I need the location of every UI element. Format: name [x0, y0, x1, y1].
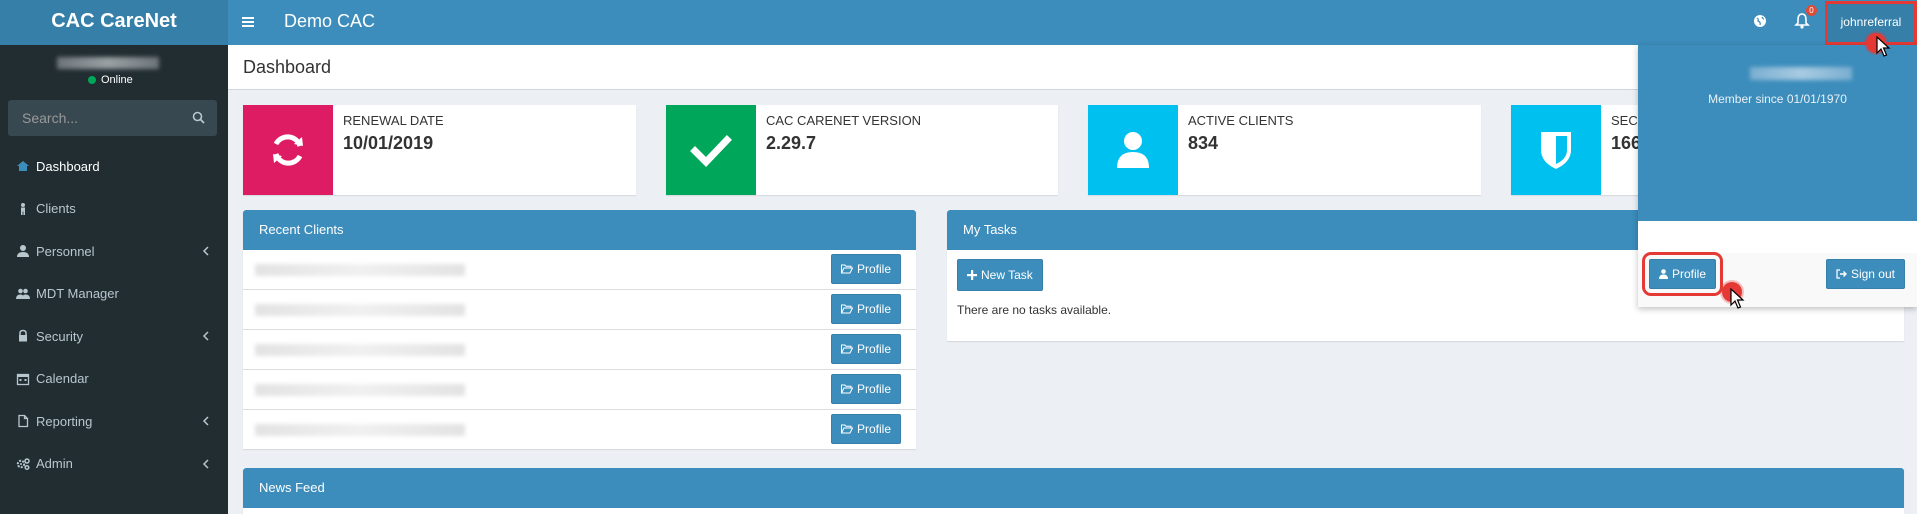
chevron-left-icon — [202, 246, 209, 256]
client-profile-button[interactable]: Profile — [830, 374, 901, 404]
search-placeholder: Search... — [22, 110, 79, 126]
check-icon — [690, 135, 732, 168]
sidebar-menu: Dashboard Clients Personnel MDT Manager … — [0, 145, 228, 485]
file-icon — [18, 415, 29, 428]
sidebar-item-personnel[interactable]: Personnel — [0, 230, 228, 273]
mouse-pointer-icon — [1730, 288, 1745, 309]
recent-clients-header: Recent Clients — [243, 210, 916, 250]
app-logo[interactable]: CAC CareNet — [0, 0, 228, 45]
info-box-active-clients: ACTIVE CLIENTS 834 — [1088, 105, 1481, 195]
client-name-redacted — [255, 304, 465, 316]
mouse-pointer-icon — [1876, 36, 1891, 57]
user-panel: Online — [0, 45, 228, 95]
list-item: Profile — [243, 410, 916, 450]
list-item: Profile — [243, 330, 916, 370]
user-name-redacted — [57, 57, 159, 69]
info-box-renewal-date: RENEWAL DATE 10/01/2019 — [243, 105, 636, 195]
info-box-version: CAC CARENET VERSION 2.29.7 — [666, 105, 1058, 195]
recent-clients-box: Recent Clients Profile Profile Profile P… — [243, 210, 916, 449]
info-box-value: 834 — [1188, 133, 1219, 153]
user-dropdown-header: Member since 01/01/1970 — [1638, 45, 1917, 221]
news-feed-header: News Feed — [243, 468, 1904, 508]
member-since-text: Member since 01/01/1970 — [1708, 92, 1847, 106]
client-profile-button[interactable]: Profile — [830, 334, 901, 364]
info-box-security: SEC 166 — [1511, 105, 1651, 195]
lock-icon — [19, 329, 27, 342]
client-name-redacted — [255, 384, 465, 396]
sign-out-button[interactable]: Sign out — [1825, 259, 1905, 289]
sign-out-icon — [1836, 269, 1847, 279]
sidebar: Online Search... Dashboard Clients Perso… — [0, 45, 228, 514]
users-icon — [16, 288, 30, 299]
user-fullname-redacted — [1750, 67, 1852, 80]
info-box-label: CAC CARENET VERSION — [766, 113, 922, 128]
shield-icon — [1541, 132, 1571, 169]
online-status: Online — [88, 74, 133, 86]
sidebar-item-admin[interactable]: Admin — [0, 443, 228, 486]
info-box-icon — [1511, 105, 1601, 195]
notification-count-badge: 0 — [1806, 5, 1817, 16]
list-item: Profile — [243, 250, 916, 290]
client-profile-button[interactable]: Profile — [830, 254, 901, 284]
info-box-label: ACTIVE CLIENTS — [1188, 113, 1294, 128]
folder-open-icon — [840, 264, 853, 274]
folder-open-icon — [840, 424, 853, 434]
client-profile-button[interactable]: Profile — [830, 294, 901, 324]
client-profile-button[interactable]: Profile — [830, 414, 901, 444]
user-dropdown-menu: Member since 01/01/1970 Profile Sign out — [1638, 45, 1917, 307]
folder-open-icon — [840, 344, 853, 354]
client-name-redacted — [255, 424, 465, 436]
sidebar-item-clients[interactable]: Clients — [0, 188, 228, 231]
sidebar-toggle-button[interactable] — [238, 0, 258, 45]
folder-open-icon — [840, 304, 853, 314]
info-box-value: 10/01/2019 — [343, 133, 434, 153]
user-icon — [1117, 132, 1149, 168]
search-icon[interactable] — [192, 111, 205, 124]
hamburger-icon — [242, 17, 254, 27]
sidebar-item-calendar[interactable]: Calendar — [0, 358, 228, 401]
tasks-empty-message: There are no tasks available. — [957, 303, 1112, 317]
chevron-left-icon — [202, 458, 209, 469]
online-dot-icon — [88, 76, 96, 84]
cogs-icon — [16, 458, 30, 470]
plus-icon — [967, 270, 977, 280]
client-name-redacted — [255, 264, 465, 276]
info-box-icon — [243, 105, 333, 195]
info-box-icon — [1088, 105, 1178, 195]
folder-open-icon — [840, 384, 853, 394]
sidebar-item-security[interactable]: Security — [0, 315, 228, 358]
globe-icon[interactable] — [1752, 13, 1768, 29]
info-box-label: RENEWAL DATE — [343, 113, 444, 128]
info-box-label: SEC — [1611, 113, 1638, 128]
chevron-left-icon — [202, 416, 209, 426]
calendar-icon — [16, 373, 30, 385]
child-icon — [21, 202, 25, 215]
list-item: Profile — [243, 370, 916, 410]
organization-title: Demo CAC — [284, 11, 376, 31]
user-dropdown-footer: Profile Sign out — [1638, 252, 1917, 307]
sidebar-item-dashboard[interactable]: Dashboard — [0, 145, 228, 188]
dashboard-icon — [17, 161, 29, 172]
sidebar-item-reporting[interactable]: Reporting — [0, 400, 228, 443]
info-box-icon — [666, 105, 756, 195]
user-icon — [17, 245, 29, 258]
list-item: Profile — [243, 290, 916, 330]
page-title: Dashboard — [243, 57, 332, 77]
info-box-value: 166 — [1611, 133, 1642, 153]
client-name-redacted — [255, 344, 465, 356]
chevron-left-icon — [202, 331, 209, 341]
info-box-value: 2.29.7 — [766, 133, 817, 153]
refresh-icon — [273, 134, 303, 166]
news-feed-box: News Feed — [243, 468, 1904, 514]
sidebar-search-input[interactable]: Search... — [8, 100, 217, 136]
user-icon — [1659, 269, 1668, 279]
profile-button[interactable]: Profile — [1641, 252, 1724, 296]
recent-clients-list: Profile Profile Profile Profile Profile — [243, 250, 916, 450]
new-task-button[interactable]: New Task — [957, 259, 1043, 291]
sidebar-item-mdt-manager[interactable]: MDT Manager — [0, 273, 228, 316]
